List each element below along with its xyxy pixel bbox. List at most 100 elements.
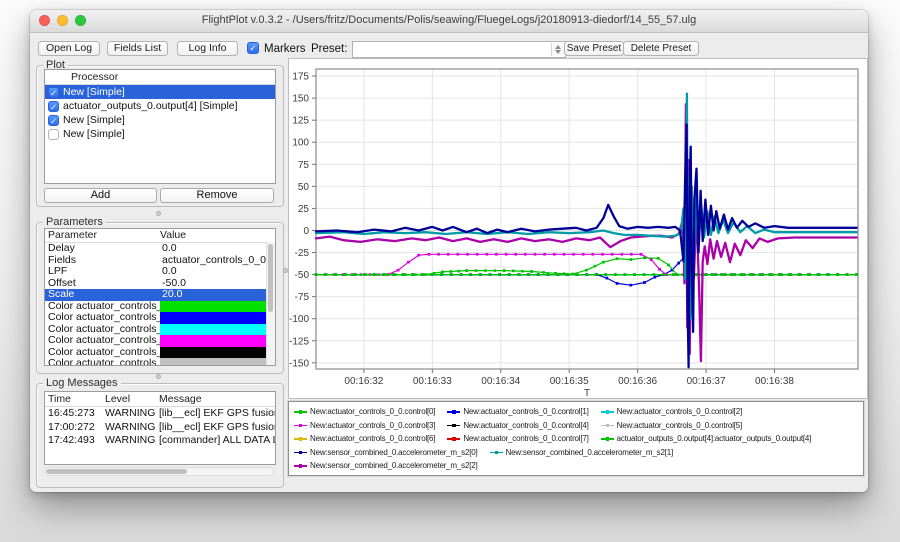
log-horizontal-scrollbar[interactable]	[44, 467, 274, 476]
splitter-handle[interactable]	[283, 268, 288, 273]
processor-checkbox[interactable]	[48, 87, 59, 98]
markers-checkbox[interactable]	[247, 42, 259, 54]
log-message: [lib__ecl] EKF GPS fusion timeout -	[159, 421, 275, 435]
legend-entry: New:actuator_controls_0_0.control[3]	[294, 421, 435, 430]
parameter-row[interactable]: Color actuator_controls_0_...	[45, 301, 275, 313]
plot-canvas[interactable]: 1751501251007550250-25-50-75-100-125-150…	[289, 59, 867, 398]
log-messages-table[interactable]: Time Level Message 16:45:273WARNING[lib_…	[44, 391, 276, 465]
plot-panel: Plot Processor New [Simple]actuator_outp…	[36, 65, 284, 207]
legend-label: New:sensor_combined_0.accelerometer_m_s2…	[506, 448, 674, 457]
processor-row[interactable]: New [Simple]	[45, 127, 275, 141]
parameter-value[interactable]: 0.0	[160, 243, 275, 255]
svg-text:00:16:34: 00:16:34	[481, 376, 520, 387]
legend-entry: New:actuator_controls_0_0.control[1]	[447, 407, 588, 416]
parameter-row[interactable]: Color actuator_controls_0_...	[45, 335, 275, 347]
parameter-row[interactable]: Color actuator_controls_0_...	[45, 347, 275, 359]
log-time: 17:42:493	[45, 434, 105, 448]
color-swatch[interactable]	[160, 324, 275, 336]
processor-row[interactable]: New [Simple]	[45, 113, 275, 127]
log-level: WARNING	[105, 421, 159, 435]
open-log-button[interactable]: Open Log	[38, 41, 100, 56]
legend-row: New:actuator_controls_0_0.control[3] New:…	[294, 419, 859, 433]
processor-checkbox[interactable]	[48, 129, 59, 140]
parameter-row[interactable]: Color actuator_controls_0_...	[45, 324, 275, 336]
preset-label: Preset:	[311, 43, 347, 55]
add-processor-button[interactable]: Add	[44, 188, 157, 203]
processor-table[interactable]: Processor New [Simple]actuator_outputs_0…	[44, 69, 276, 184]
processor-checkbox[interactable]	[48, 115, 59, 126]
processor-row[interactable]: New [Simple]	[45, 85, 275, 99]
legend-series-marker-icon	[490, 449, 503, 456]
parameter-row[interactable]: Delay0.0	[45, 243, 275, 255]
parameter-value[interactable]: -50.0	[160, 278, 275, 290]
log-table-header: Time Level Message	[45, 392, 275, 407]
save-preset-button[interactable]: Save Preset	[564, 41, 624, 56]
minimize-window-button[interactable]	[57, 15, 68, 26]
legend-row: New:actuator_controls_0_0.control[6]New:…	[294, 432, 859, 446]
legend-label: actuator_outputs_0.output[4]:actuator_ou…	[617, 434, 812, 443]
legend-label: New:actuator_controls_0_0.control[1]	[463, 407, 588, 416]
parameter-row[interactable]: LPF0.0	[45, 266, 275, 278]
parameter-value[interactable]: 20.0	[160, 289, 275, 301]
fields-list-button[interactable]: Fields List	[107, 41, 168, 56]
parameter-column-header: Parameter	[45, 229, 160, 242]
legend-entry: New:actuator_controls_0_0.control[2]	[601, 407, 742, 416]
processor-label: actuator_outputs_0.output[4] [Simple]	[63, 100, 238, 112]
parameter-value[interactable]: 0.0	[160, 266, 275, 278]
svg-text:-25: -25	[295, 248, 310, 259]
log-scrollbar-thumb[interactable]	[46, 469, 187, 474]
legend-label: New:actuator_controls_0_0.control[2]	[617, 407, 742, 416]
window-titlebar[interactable]: FlightPlot v.0.3.2 - /Users/fritz/Docume…	[30, 10, 868, 33]
level-column-header: Level	[105, 392, 159, 406]
parameters-scrollbar[interactable]	[266, 242, 275, 365]
flightplot-window: FlightPlot v.0.3.2 - /Users/fritz/Docume…	[30, 10, 868, 492]
parameter-row[interactable]: Color actuator_controls_0_...	[45, 358, 275, 366]
svg-text:00:16:37: 00:16:37	[687, 376, 726, 387]
parameter-name: Color actuator_controls_0_...	[45, 347, 160, 359]
parameter-row[interactable]: Scale20.0	[45, 289, 275, 301]
svg-text:-150: -150	[289, 358, 309, 369]
legend-entry: New:actuator_controls_0_0.control[6]	[294, 434, 435, 443]
legend-entry: actuator_outputs_0.output[4]:actuator_ou…	[601, 434, 812, 443]
remove-processor-button[interactable]: Remove	[160, 188, 274, 203]
splitter-handle[interactable]	[156, 374, 161, 379]
processor-checkbox[interactable]	[48, 101, 59, 112]
zoom-window-button[interactable]	[75, 15, 86, 26]
color-swatch[interactable]	[160, 301, 275, 313]
delete-preset-button[interactable]: Delete Preset	[623, 41, 699, 56]
processor-row[interactable]: actuator_outputs_0.output[4] [Simple]	[45, 99, 275, 113]
legend-row: New:actuator_controls_0_0.control[0]New:…	[294, 405, 859, 419]
log-message-row[interactable]: 17:00:272WARNING[lib__ecl] EKF GPS fusio…	[45, 421, 275, 435]
parameter-name: LPF	[45, 266, 160, 278]
chart-panel: 1751501251007550250-25-50-75-100-125-150…	[288, 58, 868, 399]
log-info-button[interactable]: Log Info	[177, 41, 238, 56]
legend-label: New:actuator_controls_0_0.control[3]	[310, 421, 435, 430]
close-window-button[interactable]	[39, 15, 50, 26]
parameters-scrollbar-thumb[interactable]	[268, 244, 273, 312]
parameter-name: Fields	[45, 255, 160, 267]
log-messages-panel: Log Messages Time Level Message 16:45:27…	[36, 383, 284, 488]
parameter-value[interactable]: actuator_controls_0_0.con...	[160, 255, 275, 267]
parameters-table[interactable]: Parameter Value Delay0.0Fieldsactuator_c…	[44, 228, 276, 366]
log-message-row[interactable]: 17:42:493WARNING[commander] ALL DATA LIN…	[45, 434, 275, 448]
preset-combobox[interactable]	[352, 41, 566, 58]
preset-stepper-icon[interactable]	[551, 43, 564, 56]
log-message-row[interactable]: 16:45:273WARNING[lib__ecl] EKF GPS fusio…	[45, 407, 275, 421]
legend-series-marker-icon	[447, 422, 460, 429]
parameter-row[interactable]: Color actuator_controls_0_...	[45, 312, 275, 324]
color-swatch[interactable]	[160, 312, 275, 324]
parameters-panel: Parameters Parameter Value Delay0.0Field…	[36, 222, 284, 374]
log-time: 17:00:272	[45, 421, 105, 435]
log-time: 16:45:273	[45, 407, 105, 421]
color-swatch[interactable]	[160, 358, 275, 366]
svg-text:00:16:38: 00:16:38	[755, 376, 794, 387]
legend-label: New:actuator_controls_0_0.control[4]	[463, 421, 588, 430]
splitter-handle[interactable]	[156, 211, 161, 216]
parameter-name: Offset	[45, 278, 160, 290]
log-level: WARNING	[105, 407, 159, 421]
color-swatch[interactable]	[160, 335, 275, 347]
parameter-row[interactable]: Offset-50.0	[45, 278, 275, 290]
legend-series-marker-icon	[447, 435, 460, 442]
color-swatch[interactable]	[160, 347, 275, 359]
parameter-row[interactable]: Fieldsactuator_controls_0_0.con...	[45, 255, 275, 267]
